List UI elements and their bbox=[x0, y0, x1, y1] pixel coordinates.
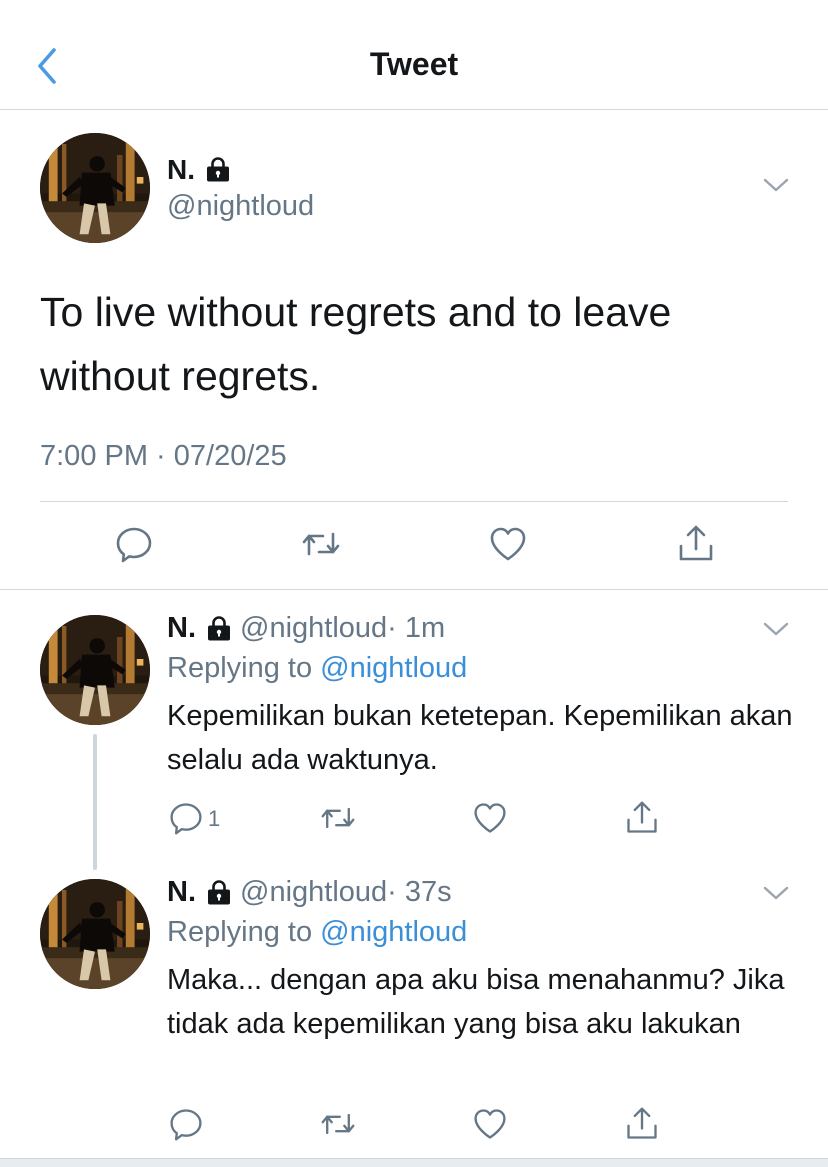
retweet-icon[interactable] bbox=[301, 524, 341, 564]
chevron-down-icon[interactable] bbox=[762, 176, 790, 194]
replying-to-label: Replying to bbox=[167, 916, 321, 948]
chevron-down-icon[interactable] bbox=[762, 884, 790, 902]
main-tweet: N. @nightloud To live without regrets an… bbox=[0, 110, 828, 590]
replying-to-mention[interactable]: @nightloud bbox=[320, 916, 467, 948]
divider bbox=[40, 501, 788, 502]
avatar[interactable] bbox=[40, 133, 150, 243]
top-navigation-bar: Tweet bbox=[0, 0, 828, 110]
author-name: N. bbox=[167, 154, 195, 185]
share-icon[interactable] bbox=[624, 1106, 660, 1142]
lock-icon bbox=[205, 157, 231, 183]
lock-icon bbox=[206, 880, 232, 906]
reply-tweet[interactable]: N. @nightloud · 1m Replying to @nightlou… bbox=[0, 612, 828, 862]
like-icon[interactable] bbox=[472, 1106, 508, 1142]
replying-to-line: Replying to @nightloud bbox=[167, 916, 467, 949]
reply-icon[interactable] bbox=[114, 524, 154, 564]
reply-header: N. @nightloud · 37s bbox=[167, 876, 452, 909]
bottom-separator bbox=[0, 1158, 828, 1167]
lock-icon bbox=[206, 616, 232, 642]
author-name[interactable]: N. bbox=[167, 876, 196, 909]
reply-tweet[interactable]: N. @nightloud · 37s Replying to @nightlo… bbox=[0, 876, 828, 1156]
reply-header: N. @nightloud · 1m bbox=[167, 612, 445, 645]
avatar[interactable] bbox=[40, 615, 150, 725]
replying-to-line: Replying to @nightloud bbox=[167, 652, 467, 685]
author-handle[interactable]: @nightloud bbox=[167, 190, 314, 223]
reply-text: Maka... dengan apa aku bisa menahanmu? J… bbox=[167, 964, 785, 1040]
reply-icon[interactable] bbox=[168, 1106, 204, 1142]
author-name-row[interactable]: N. bbox=[167, 154, 231, 186]
author-handle[interactable]: @nightloud bbox=[240, 612, 387, 645]
like-icon[interactable] bbox=[488, 524, 528, 564]
reply-icon[interactable] bbox=[168, 800, 204, 836]
share-icon[interactable] bbox=[676, 524, 716, 564]
like-icon[interactable] bbox=[472, 800, 508, 836]
reply-time: · 37s bbox=[387, 876, 452, 908]
replying-to-label: Replying to bbox=[167, 652, 321, 684]
tweet-text: To live without regrets and to leave wit… bbox=[40, 289, 672, 399]
avatar-image bbox=[40, 615, 150, 725]
share-icon[interactable] bbox=[624, 800, 660, 836]
retweet-icon[interactable] bbox=[320, 1106, 356, 1142]
reply-time: · 1m bbox=[387, 612, 446, 644]
author-name[interactable]: N. bbox=[167, 612, 196, 645]
author-handle[interactable]: @nightloud bbox=[240, 876, 387, 909]
reply-count: 1 bbox=[208, 806, 221, 831]
replying-to-mention[interactable]: @nightloud bbox=[320, 652, 467, 684]
avatar-image bbox=[40, 133, 150, 243]
page-title: Tweet bbox=[369, 46, 459, 82]
tweet-timestamp[interactable]: 7:00 PM · 07/20/25 bbox=[40, 440, 287, 473]
avatar-image bbox=[40, 879, 150, 989]
avatar[interactable] bbox=[40, 879, 150, 989]
retweet-icon[interactable] bbox=[320, 800, 356, 836]
reply-text: Kepemilikan bukan ketetepan. Kepemilikan… bbox=[167, 700, 793, 776]
chevron-down-icon[interactable] bbox=[762, 620, 790, 638]
